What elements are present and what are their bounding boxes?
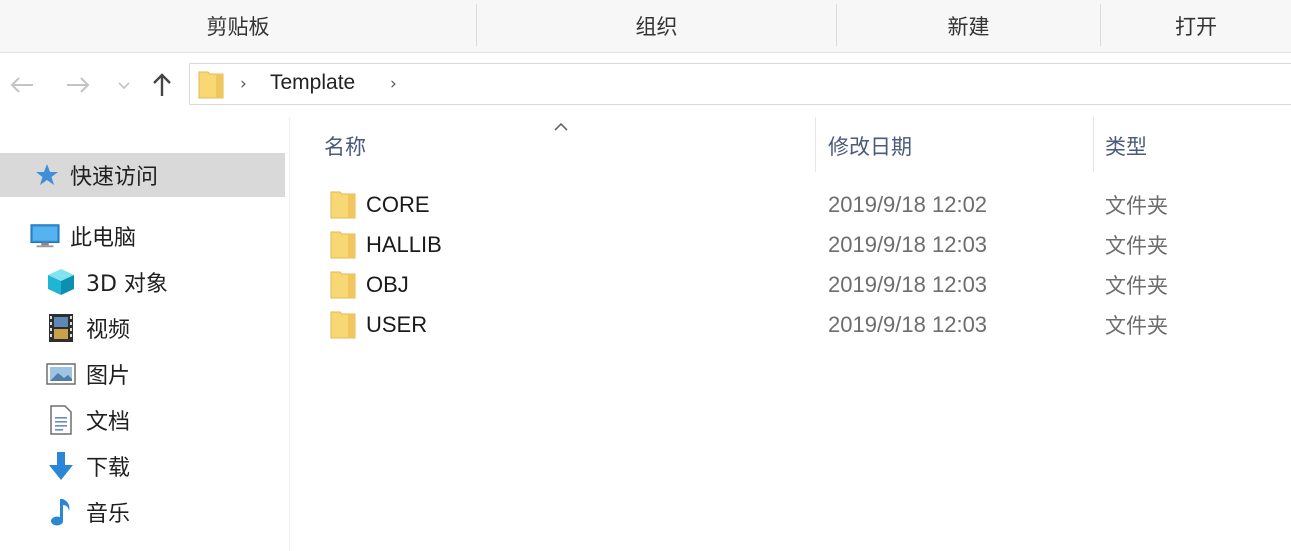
file-name[interactable]: CORE bbox=[366, 185, 430, 225]
table-row[interactable]: HALLIB 2019/9/18 12:03 文件夹 bbox=[290, 225, 1291, 265]
file-name[interactable]: HALLIB bbox=[366, 225, 442, 265]
arrow-left-icon bbox=[10, 77, 33, 93]
sidebar-item-downloads[interactable]: 下载 bbox=[0, 444, 285, 488]
file-modified: 2019/9/18 12:03 bbox=[828, 232, 988, 257]
breadcrumb-separator-icon[interactable]: › bbox=[390, 74, 397, 94]
folder-icon bbox=[330, 230, 356, 264]
table-row[interactable]: OBJ 2019/9/18 12:03 文件夹 bbox=[290, 265, 1291, 305]
folder-icon bbox=[330, 310, 356, 344]
forward-button[interactable] bbox=[60, 63, 96, 107]
sidebar-item-videos[interactable]: 视频 bbox=[0, 306, 285, 350]
breadcrumb-separator-icon[interactable]: › bbox=[240, 74, 247, 94]
sidebar-item-this-pc[interactable]: 此电脑 bbox=[0, 214, 285, 258]
file-type: 文件夹 bbox=[1105, 274, 1168, 298]
music-note-icon bbox=[46, 497, 76, 527]
sidebar-item-3d-objects[interactable]: 3D 对象 bbox=[0, 260, 285, 304]
file-type: 文件夹 bbox=[1105, 194, 1168, 218]
ribbon-group-clipboard: 剪贴板 bbox=[206, 15, 270, 39]
computer-icon bbox=[30, 221, 60, 251]
navigation-bar: › Template › bbox=[0, 53, 1291, 117]
arrow-up-icon bbox=[153, 73, 171, 96]
ribbon-groups: 剪贴板 组织 新建 打开 bbox=[0, 0, 1291, 53]
download-arrow-icon bbox=[46, 451, 76, 481]
cube-icon bbox=[46, 267, 76, 297]
file-name[interactable]: OBJ bbox=[366, 265, 409, 305]
sidebar-item-label: 视频 bbox=[86, 318, 131, 343]
ribbon-group-new: 新建 bbox=[947, 15, 990, 39]
sidebar-item-documents[interactable]: 文档 bbox=[0, 398, 285, 442]
sidebar-item-label: 3D 对象 bbox=[86, 272, 168, 297]
column-divider[interactable] bbox=[1093, 117, 1094, 172]
chevron-down-icon bbox=[118, 82, 130, 90]
document-icon bbox=[46, 405, 76, 435]
folder-icon bbox=[198, 70, 224, 104]
navigation-pane: 快速访问 此电脑 3D 对象 视频 图片 文档 下载 音乐 bbox=[0, 117, 290, 551]
address-bar[interactable]: › Template › bbox=[189, 63, 1291, 105]
table-row[interactable]: USER 2019/9/18 12:03 文件夹 bbox=[290, 305, 1291, 345]
sidebar-item-label: 快速访问 bbox=[70, 165, 159, 190]
file-modified: 2019/9/18 12:03 bbox=[828, 272, 988, 297]
folder-icon bbox=[330, 190, 356, 224]
ribbon-group-open: 打开 bbox=[1175, 15, 1217, 39]
table-row[interactable]: CORE 2019/9/18 12:02 文件夹 bbox=[290, 185, 1291, 225]
folder-icon bbox=[330, 270, 356, 304]
file-modified: 2019/9/18 12:03 bbox=[828, 312, 988, 337]
up-button[interactable] bbox=[146, 63, 178, 107]
recent-locations-button[interactable] bbox=[112, 63, 136, 107]
column-header-type[interactable]: 类型 bbox=[1105, 117, 1285, 175]
column-divider[interactable] bbox=[815, 117, 816, 172]
sidebar-item-music[interactable]: 音乐 bbox=[0, 490, 285, 534]
film-icon bbox=[46, 313, 76, 343]
file-type: 文件夹 bbox=[1105, 314, 1168, 338]
star-icon bbox=[32, 160, 62, 190]
sidebar-item-quick-access[interactable]: 快速访问 bbox=[0, 153, 285, 197]
back-button[interactable] bbox=[4, 63, 40, 107]
sidebar-item-label: 下载 bbox=[86, 456, 131, 481]
file-type: 文件夹 bbox=[1105, 234, 1168, 258]
column-header-modified[interactable]: 修改日期 bbox=[828, 117, 1090, 175]
sidebar-item-label: 图片 bbox=[86, 364, 131, 389]
sidebar-item-label: 此电脑 bbox=[70, 226, 137, 251]
sidebar-item-pictures[interactable]: 图片 bbox=[0, 352, 285, 396]
file-name[interactable]: USER bbox=[366, 305, 427, 345]
file-modified: 2019/9/18 12:02 bbox=[828, 192, 988, 217]
arrow-right-icon bbox=[67, 77, 90, 93]
breadcrumb-item-template[interactable]: Template bbox=[270, 71, 355, 95]
ribbon-group-organize: 组织 bbox=[635, 15, 678, 39]
picture-icon bbox=[46, 359, 76, 389]
file-list: 名称 修改日期 类型 CORE 2019/9/18 12:02 文件夹 HALL… bbox=[290, 117, 1291, 551]
sidebar-item-label: 音乐 bbox=[86, 502, 131, 527]
column-header-name[interactable]: 名称 bbox=[324, 117, 814, 175]
sidebar-item-label: 文档 bbox=[86, 410, 131, 435]
